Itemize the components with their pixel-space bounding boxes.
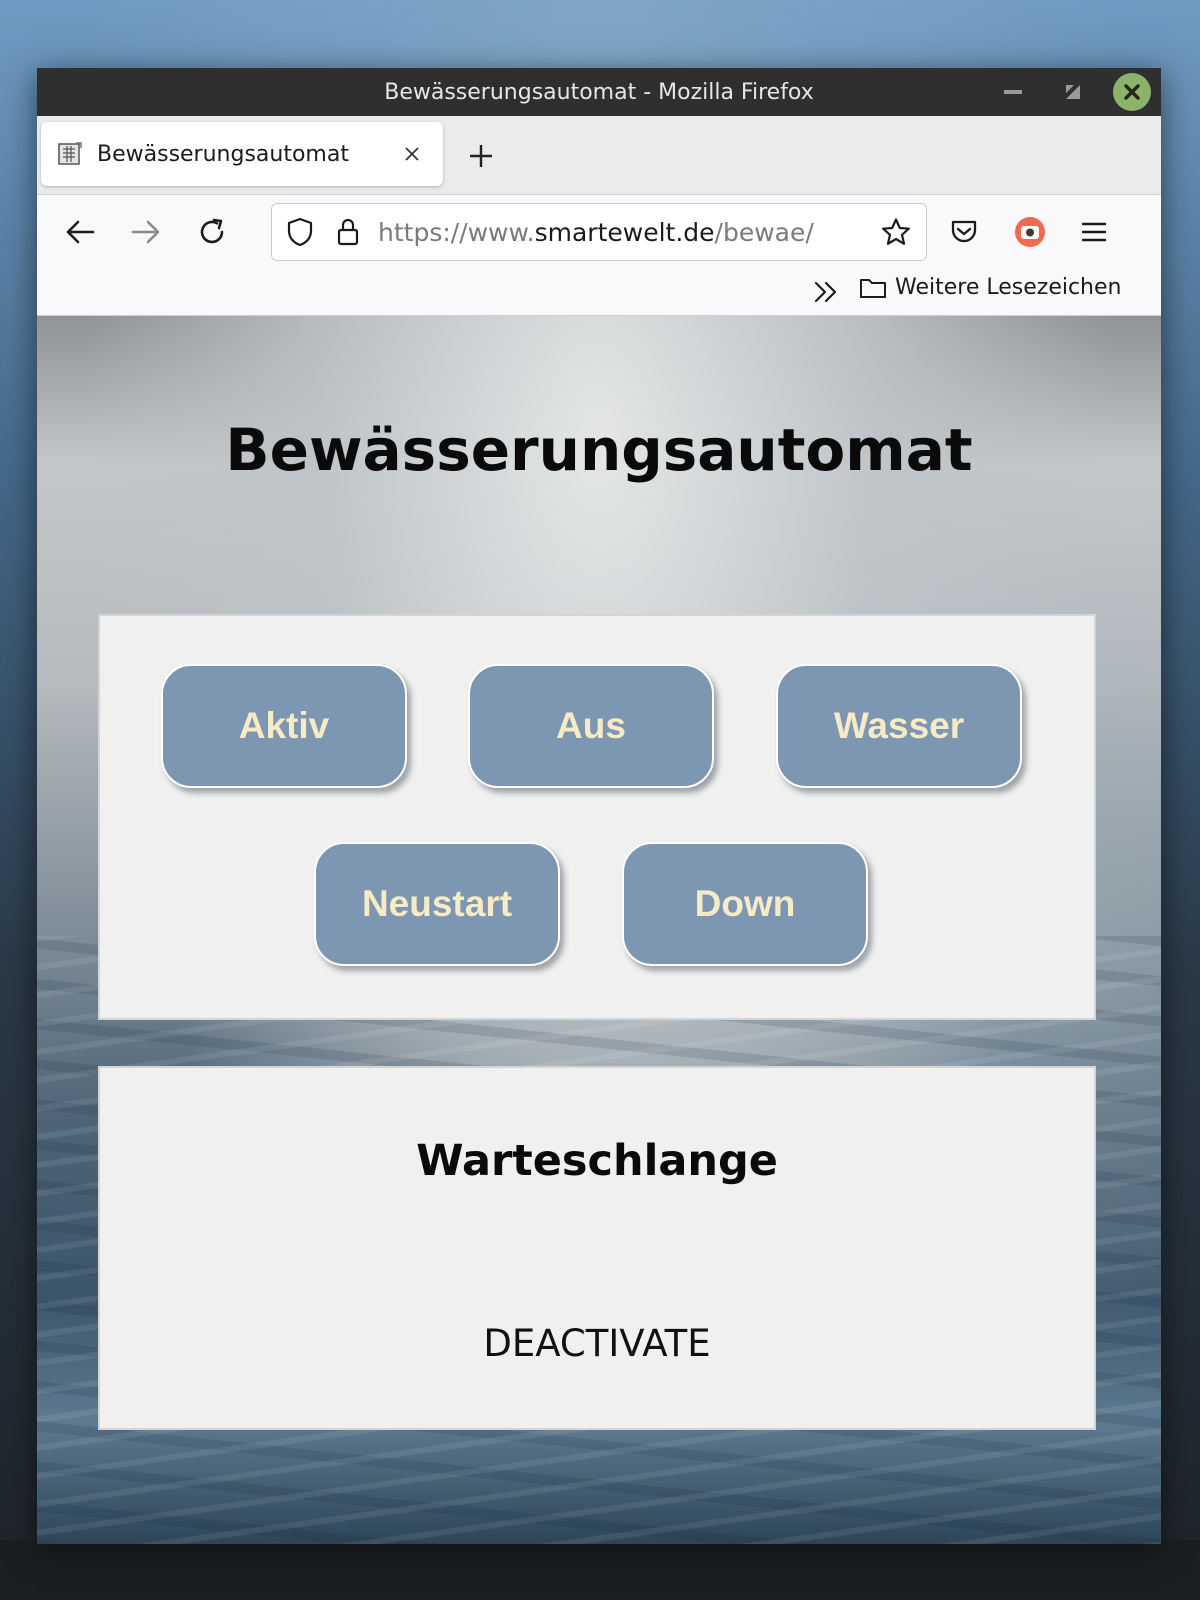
window-titlebar: Bewässerungsautomat - Mozilla Firefox xyxy=(37,68,1161,116)
menu-button[interactable] xyxy=(1071,209,1117,255)
tab-close-button[interactable] xyxy=(397,139,427,169)
minimize-button[interactable] xyxy=(993,72,1033,112)
minimize-icon xyxy=(1004,90,1022,94)
tab-strip: Bewässerungsautomat xyxy=(37,116,1161,195)
reload-button[interactable] xyxy=(189,209,235,255)
hamburger-menu-icon xyxy=(1081,222,1107,242)
url-path: /bewae/ xyxy=(714,217,814,247)
folder-icon xyxy=(860,278,886,298)
restore-button[interactable] xyxy=(1053,72,1093,112)
pocket-button[interactable] xyxy=(941,209,987,255)
restore-icon xyxy=(1066,85,1080,99)
other-bookmarks-label: Weitere Lesezeichen xyxy=(895,275,1122,300)
tab-label: Bewässerungsautomat xyxy=(97,141,349,167)
control-panel: Aktiv Aus Wasser Neustart Down xyxy=(98,614,1096,1020)
arrow-right-icon xyxy=(131,220,160,244)
star-icon xyxy=(882,218,910,245)
pocket-icon xyxy=(951,220,977,243)
page-content: Bewässerungsautomat Aktiv Aus Wasser Neu… xyxy=(37,316,1161,1544)
aus-button[interactable]: Aus xyxy=(468,664,714,788)
bookmarks-toolbar: Weitere Lesezeichen xyxy=(37,269,1161,316)
bookmarks-overflow-button[interactable] xyxy=(811,277,841,307)
url-bar[interactable]: https://www.smartewelt.de/bewae/ xyxy=(271,203,927,261)
double-chevron-icon xyxy=(814,281,837,303)
url-prefix: https://www. xyxy=(378,217,535,247)
page-title: Bewässerungsautomat xyxy=(225,416,973,484)
navigation-toolbar: https://www.smartewelt.de/bewae/ xyxy=(37,195,1161,269)
queue-item: DEACTIVATE xyxy=(483,1322,711,1365)
screenshot-extension-icon xyxy=(1015,217,1045,247)
shield-icon[interactable] xyxy=(282,214,318,250)
close-icon xyxy=(1124,84,1140,100)
tab-bewaesserungsautomat[interactable]: Bewässerungsautomat xyxy=(41,122,443,186)
back-button[interactable] xyxy=(57,209,103,255)
queue-panel: Warteschlange DEACTIVATE xyxy=(98,1066,1096,1430)
screenshot-extension-button[interactable] xyxy=(1007,209,1053,255)
lock-icon[interactable] xyxy=(330,214,366,250)
window-controls xyxy=(993,72,1151,112)
close-icon xyxy=(405,147,419,161)
new-tab-button[interactable] xyxy=(459,134,503,178)
forward-button[interactable] xyxy=(123,209,169,255)
plus-icon xyxy=(470,145,492,167)
page-favicon-icon xyxy=(57,141,83,167)
url-text[interactable]: https://www.smartewelt.de/bewae/ xyxy=(378,218,878,247)
desktop-background xyxy=(0,1540,1200,1600)
queue-title: Warteschlange xyxy=(416,1136,778,1186)
browser-window: Bewässerungsautomat - Mozilla Firefox Be… xyxy=(37,68,1161,1544)
bookmark-star-button[interactable] xyxy=(878,214,914,250)
arrow-left-icon xyxy=(66,220,95,244)
neustart-button[interactable]: Neustart xyxy=(314,842,560,966)
aktiv-button[interactable]: Aktiv xyxy=(161,664,407,788)
close-window-button[interactable] xyxy=(1113,73,1151,111)
reload-icon xyxy=(200,218,224,244)
wasser-button[interactable]: Wasser xyxy=(776,664,1022,788)
window-title: Bewässerungsautomat - Mozilla Firefox xyxy=(384,79,814,105)
url-domain: smartewelt.de xyxy=(534,217,715,247)
down-button[interactable]: Down xyxy=(622,842,868,966)
other-bookmarks-folder[interactable]: Weitere Lesezeichen xyxy=(859,275,1121,300)
